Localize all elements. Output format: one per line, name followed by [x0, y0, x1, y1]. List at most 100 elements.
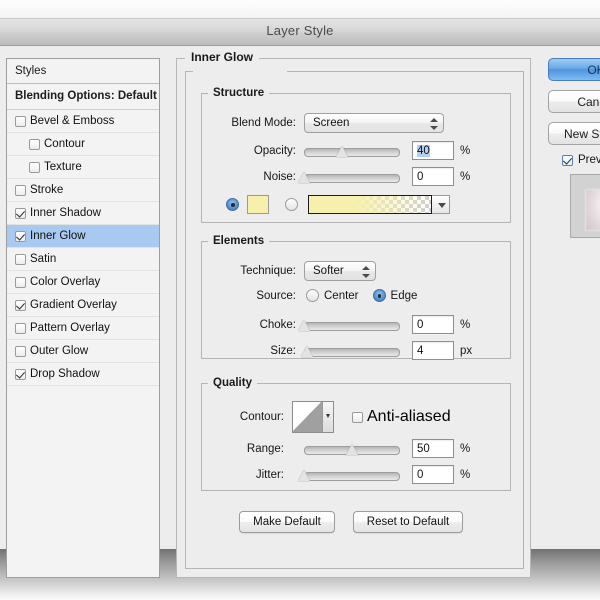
effect-row[interactable]: Gradient Overlay [7, 294, 159, 317]
noise-input[interactable]: 0 [412, 167, 454, 186]
jitter-slider[interactable] [304, 468, 400, 482]
anti-aliased-label: Anti-aliased [367, 408, 451, 426]
noise-label: Noise: [214, 171, 296, 183]
effect-row[interactable]: Drop Shadow [7, 363, 159, 386]
technique-label: Technique: [214, 265, 296, 277]
effect-checkbox[interactable] [29, 139, 40, 150]
opacity-value: 40 [417, 145, 430, 157]
size-slider-track [304, 348, 400, 357]
range-unit: % [460, 443, 470, 455]
effect-checkbox[interactable] [15, 208, 26, 219]
noise-slider-knob[interactable] [298, 172, 311, 183]
make-default-button[interactable]: Make Default [239, 511, 335, 533]
effect-checkbox[interactable] [15, 346, 26, 357]
effect-row[interactable]: Satin [7, 248, 159, 271]
size-slider-knob[interactable] [301, 346, 314, 357]
glow-gradient-preview[interactable] [308, 195, 432, 214]
effect-row[interactable]: Bevel & Emboss [7, 110, 159, 133]
effect-row[interactable]: Color Overlay [7, 271, 159, 294]
effect-checkbox[interactable] [15, 300, 26, 311]
jitter-input[interactable]: 0 [412, 465, 454, 484]
choke-label: Choke: [214, 319, 296, 331]
gradient-dropdown-arrow-icon[interactable] [432, 195, 450, 214]
dialog-titlebar[interactable]: Layer Style [0, 19, 600, 46]
opacity-slider-track [304, 148, 400, 157]
opacity-row: Opacity: 40 % [214, 141, 470, 160]
effect-row[interactable]: Stroke [7, 179, 159, 202]
effect-checkbox[interactable] [15, 116, 26, 127]
elements-group: Elements Technique: Softer Source: Cente… [201, 235, 511, 359]
effect-checkbox[interactable] [29, 162, 40, 173]
effect-label: Outer Glow [30, 345, 88, 357]
size-row: Size: 4 px [214, 341, 472, 360]
source-center-radio[interactable] [306, 289, 319, 302]
blend-mode-value: Screen [313, 117, 349, 129]
default-buttons-row: Make Default Reset to Default [239, 511, 463, 533]
chevron-updown-icon [361, 265, 370, 279]
styles-header[interactable]: Styles [7, 59, 159, 84]
ok-button[interactable]: OK [548, 58, 600, 81]
effect-label: Bevel & Emboss [30, 115, 114, 127]
styles-list-panel: Styles Blending Options: Default Bevel &… [6, 58, 160, 578]
new-style-button[interactable]: New Style... [548, 122, 600, 145]
jitter-slider-knob[interactable] [298, 470, 311, 481]
effect-row[interactable]: Contour [7, 133, 159, 156]
effect-row[interactable]: Inner Shadow [7, 202, 159, 225]
effect-checkbox[interactable] [15, 277, 26, 288]
opacity-slider[interactable] [304, 144, 400, 158]
glow-color-swatch[interactable] [247, 195, 269, 214]
range-slider-knob[interactable] [346, 444, 359, 455]
effect-row[interactable]: Inner Glow [7, 225, 159, 248]
opacity-input[interactable]: 40 [412, 141, 454, 160]
contour-label: Contour: [214, 411, 284, 423]
effect-checkbox[interactable] [15, 254, 26, 265]
action-buttons-column: OK Cancel New Style... Preview [548, 58, 600, 238]
effect-checkbox[interactable] [15, 323, 26, 334]
contour-curve-icon [293, 402, 322, 432]
choke-row: Choke: 0 % [214, 315, 470, 334]
effect-row[interactable]: Texture [7, 156, 159, 179]
jitter-slider-track [304, 472, 400, 481]
preview-checkbox[interactable] [562, 155, 573, 166]
preview-row[interactable]: Preview [562, 154, 600, 166]
size-slider[interactable] [304, 344, 400, 358]
source-center-label: Center [324, 290, 359, 302]
reset-to-default-button[interactable]: Reset to Default [353, 511, 463, 533]
opacity-label: Opacity: [214, 145, 296, 157]
fill-color-radio[interactable] [226, 198, 239, 211]
contour-preview[interactable] [292, 401, 334, 433]
effect-label: Inner Glow [30, 230, 86, 242]
effect-checkbox[interactable] [15, 369, 26, 380]
blending-options-row[interactable]: Blending Options: Default [7, 84, 159, 110]
noise-row: Noise: 0 % [214, 167, 470, 186]
blend-mode-select[interactable]: Screen [304, 113, 444, 133]
effect-label: Texture [44, 161, 82, 173]
anti-aliased-checkbox[interactable] [352, 412, 363, 423]
cancel-button[interactable]: Cancel [548, 90, 600, 113]
structure-group: Structure Blend Mode: Screen Opacity: [201, 87, 511, 223]
choke-slider-knob[interactable] [298, 320, 311, 331]
effect-label: Stroke [30, 184, 63, 196]
noise-slider[interactable] [304, 170, 400, 184]
choke-slider[interactable] [304, 318, 400, 332]
contour-dropdown-arrow-icon[interactable] [322, 402, 333, 432]
effect-checkbox[interactable] [15, 185, 26, 196]
range-slider[interactable] [304, 442, 400, 456]
effect-label: Drop Shadow [30, 368, 100, 380]
choke-input[interactable]: 0 [412, 315, 454, 334]
source-label: Source: [214, 290, 296, 302]
size-unit: px [460, 345, 472, 357]
effect-row[interactable]: Outer Glow [7, 340, 159, 363]
effect-label: Color Overlay [30, 276, 100, 288]
opacity-slider-knob[interactable] [336, 146, 349, 157]
technique-select[interactable]: Softer [304, 261, 376, 281]
effect-row[interactable]: Pattern Overlay [7, 317, 159, 340]
size-input[interactable]: 4 [412, 341, 454, 360]
fill-gradient-radio[interactable] [285, 198, 298, 211]
panel-title: Inner Glow [185, 50, 259, 64]
source-edge-radio[interactable] [373, 289, 386, 302]
dialog-body: Styles Blending Options: Default Bevel &… [0, 46, 600, 549]
range-input[interactable]: 50 [412, 439, 454, 458]
opacity-unit: % [460, 145, 470, 157]
effect-checkbox[interactable] [15, 231, 26, 242]
